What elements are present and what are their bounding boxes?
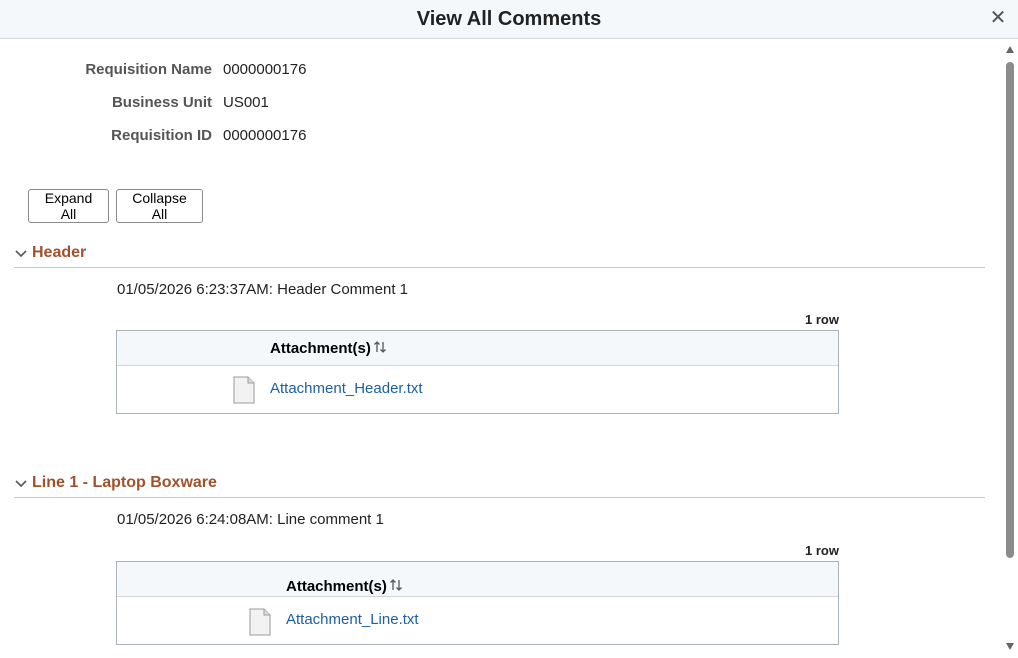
field-label: Requisition ID [111,127,212,144]
section-title: Header [32,244,87,261]
modal-title-bar: View All Comments ✕ [0,0,1018,39]
column-header-attachments[interactable]: Attachment(s) [286,578,387,595]
grid-header: Attachment(s) [117,331,838,366]
collapse-all-button[interactable]: Collapse All [116,189,203,223]
row-count: 1 row [805,312,839,327]
scroll-down-arrow-icon[interactable] [1005,641,1015,651]
sort-icon[interactable] [389,577,403,593]
row-count: 1 row [805,543,839,558]
field-requisition-name: Requisition Name 0000000176 [0,61,400,81]
section-title: Line 1 - Laptop Boxware [32,474,217,491]
grid-header: Attachment(s) [117,562,838,597]
attachment-link[interactable]: Attachment_Header.txt [270,380,423,397]
field-label: Requisition Name [85,61,212,78]
field-business-unit: Business Unit US001 [0,94,400,114]
file-icon [249,608,271,636]
chevron-down-icon [15,480,27,488]
vertical-scrollbar[interactable] [1002,40,1018,658]
field-value: US001 [223,94,269,111]
field-label: Business Unit [111,94,212,111]
modal-title: View All Comments [416,8,602,30]
close-icon[interactable]: ✕ [988,8,1008,28]
expand-all-button[interactable]: Expand All [28,189,109,223]
column-header-attachments[interactable]: Attachment(s) [270,340,371,357]
attachments-grid: Attachment(s) Attachment_Header.txt [116,330,839,414]
attachments-grid: Attachment(s) Attachment_Line.txt [116,561,839,645]
field-value: 0000000176 [223,127,307,144]
file-icon [233,376,255,404]
scroll-up-arrow-icon[interactable] [1005,45,1015,55]
sort-icon[interactable] [373,339,387,355]
field-value: 0000000176 [223,61,307,78]
attachment-link[interactable]: Attachment_Line.txt [286,611,419,628]
comment-text: 01/05/2026 6:23:37AM: Header Comment 1 [117,281,409,298]
comment-text: 01/05/2026 6:24:08AM: Line comment 1 [117,511,384,528]
section-header-header[interactable]: Header [14,244,985,268]
field-requisition-id: Requisition ID 0000000176 [0,127,400,147]
chevron-down-icon [15,250,27,258]
section-header-line-1[interactable]: Line 1 - Laptop Boxware [14,474,985,498]
scroll-thumb[interactable] [1006,62,1014,558]
